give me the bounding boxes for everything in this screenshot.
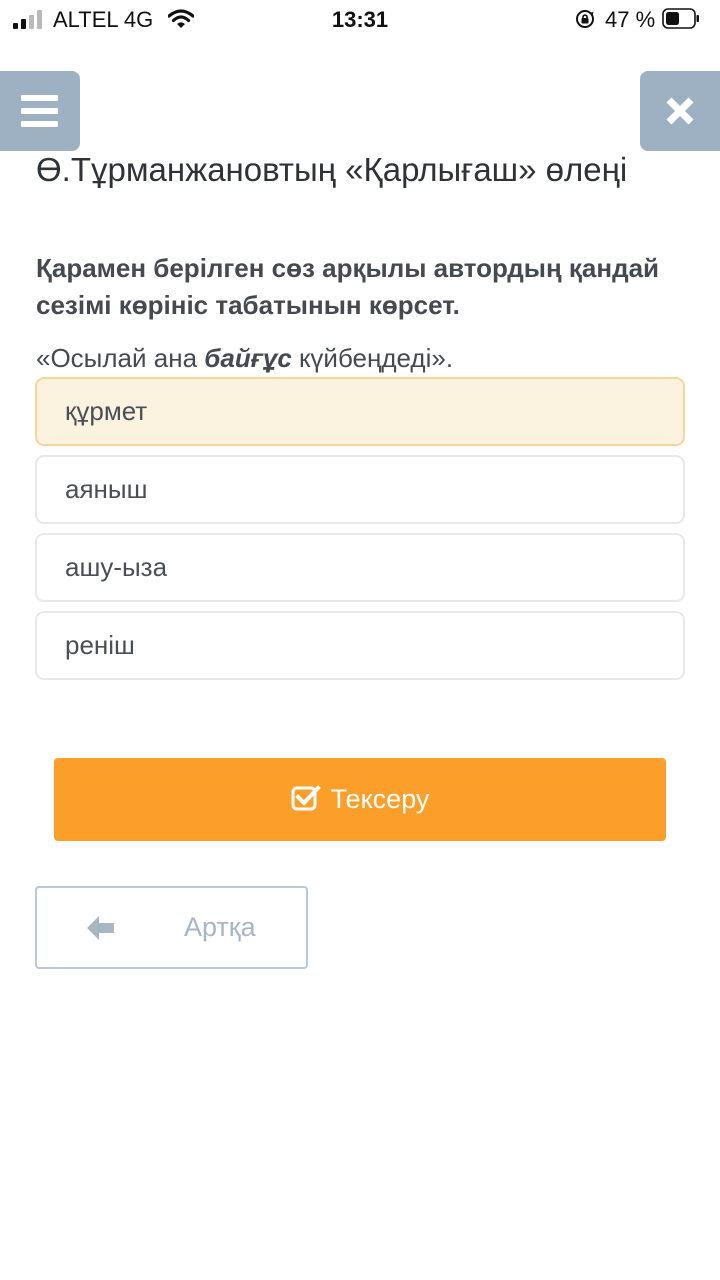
status-bar: ALTEL 4G 13:31 47 % xyxy=(0,0,720,40)
close-button[interactable] xyxy=(640,71,720,151)
arrow-left-icon xyxy=(87,916,114,940)
quote-bold-word: байғұс xyxy=(204,343,292,373)
battery-icon xyxy=(662,8,699,29)
quote-text-before: «Осылай ана xyxy=(36,343,205,373)
back-button[interactable]: Артқа xyxy=(35,886,308,969)
orientation-lock-icon xyxy=(576,10,594,28)
battery-percent: 47 % xyxy=(605,7,656,32)
menu-button[interactable] xyxy=(0,71,80,151)
checkbox-check-icon xyxy=(291,784,321,810)
check-button-label: Тексеру xyxy=(330,784,430,814)
answer-option[interactable]: ашу-ыза xyxy=(35,533,685,602)
answer-option[interactable]: құрмет xyxy=(35,377,685,446)
page-title: Ө.Тұрманжановтың «Қарлығаш» өлеңі xyxy=(36,151,628,188)
answer-option[interactable]: аяныш xyxy=(35,455,685,524)
check-button[interactable]: Тексеру xyxy=(54,758,666,841)
answer-options: құрмет аяныш ашу-ыза реніш xyxy=(35,377,685,689)
question-text: Қарамен берілген сөз арқылы автордың қан… xyxy=(36,253,660,320)
close-icon xyxy=(666,97,694,125)
back-button-label: Артқа xyxy=(184,912,256,942)
question-quote: «Осылай ана байғұс күйбеңдеді». xyxy=(36,340,686,376)
quote-text-after: күйбеңдеді». xyxy=(291,343,454,373)
answer-option[interactable]: реніш xyxy=(35,611,685,680)
